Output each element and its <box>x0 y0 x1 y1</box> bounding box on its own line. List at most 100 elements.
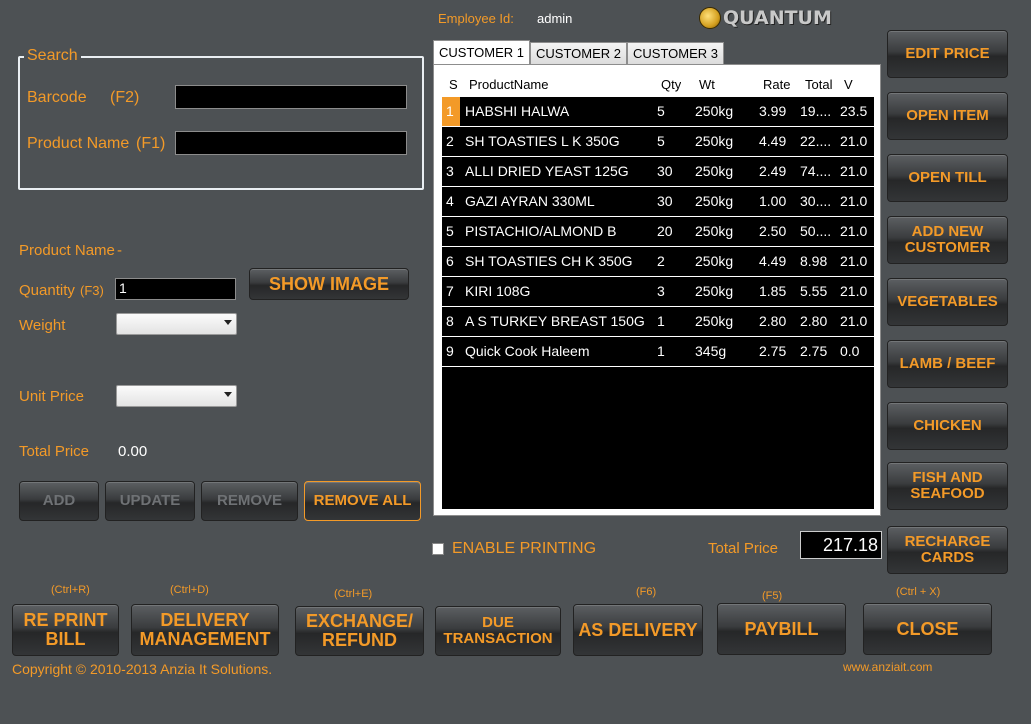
cell-s: 8 <box>446 313 454 329</box>
cell-rate: 3.99 <box>759 103 787 119</box>
close-hotkey: (Ctrl + X) <box>896 586 941 598</box>
table-row[interactable]: 5 PISTACHIO/ALMOND B 20 250kg 2.50 50.... 21.0 <box>442 217 874 247</box>
cell-wt: 250kg <box>695 193 734 209</box>
enable-printing-checkbox[interactable] <box>432 543 444 555</box>
quantity-hotkey: (F3) <box>80 283 104 298</box>
weight-label: Weight <box>19 317 66 334</box>
barcode-label: Barcode <box>27 89 87 106</box>
cell-qty: 30 <box>657 193 673 209</box>
employee-id-label: Employee Id: <box>438 11 514 26</box>
quantum-logo: QUANTUM <box>699 6 832 30</box>
table-row[interactable]: 6 SH TOASTIES CH K 350G 2 250kg 4.49 8.98 21.0 <box>442 247 874 277</box>
cell-total: 50.... <box>800 223 832 239</box>
table-row[interactable]: 7 KIRI 108G 3 250kg 1.85 5.55 21.0 <box>442 277 874 307</box>
open-item-button[interactable]: OPEN ITEM <box>887 92 1008 140</box>
customer-tabs: CUSTOMER 1 CUSTOMER 2 CUSTOMER 3 <box>433 40 724 64</box>
cell-rate: 4.49 <box>759 253 787 269</box>
quantity-label: Quantity <box>19 282 75 299</box>
cell-qty: 20 <box>657 223 673 239</box>
copyright-text: Copyright © 2010-2013 Anzia It Solutions… <box>12 661 273 677</box>
col-header-v[interactable]: V <box>844 73 853 97</box>
search-group-title: Search <box>24 47 81 65</box>
cell-rate: 2.75 <box>759 343 787 359</box>
col-header-rate[interactable]: Rate <box>763 73 790 97</box>
exchange-refund-hotkey: (Ctrl+E) <box>334 588 373 600</box>
cell-s: 3 <box>446 163 454 179</box>
cell-rate: 4.49 <box>759 133 787 149</box>
cell-v: 21.0 <box>840 133 868 149</box>
col-header-qty[interactable]: Qty <box>661 73 681 97</box>
cell-v: 23.5 <box>840 103 868 119</box>
paybill-button[interactable]: PAYBILL <box>717 603 846 655</box>
delivery-management-button[interactable]: DELIVERY MANAGEMENT <box>131 604 279 656</box>
cell-v: 21.0 <box>840 283 868 299</box>
cell-name: SH TOASTIES CH K 350G <box>465 253 633 269</box>
employee-id-value: admin <box>537 11 573 26</box>
search-group <box>18 56 424 190</box>
as-delivery-button[interactable]: AS DELIVERY <box>573 604 703 656</box>
col-header-wt[interactable]: Wt <box>699 73 715 97</box>
update-button[interactable]: UPDATE <box>105 481 195 521</box>
table-row[interactable]: 4 GAZI AYRAN 330ML 30 250kg 1.00 30.... 21.0 <box>442 187 874 217</box>
table-row[interactable]: 8 A S TURKEY BREAST 150G 1 250kg 2.80 2.80 21.… <box>442 307 874 337</box>
show-image-button[interactable]: SHOW IMAGE <box>249 268 409 300</box>
recharge-cards-button[interactable]: RECHARGE CARDS <box>887 526 1008 574</box>
cell-name: PISTACHIO/ALMOND B <box>465 223 617 239</box>
table-row[interactable]: 3 ALLI DRIED YEAST 125G 30 250kg 2.49 74.... 2… <box>442 157 874 187</box>
weight-select[interactable] <box>116 313 237 335</box>
col-header-s[interactable]: S <box>449 73 458 97</box>
tab-customer-3[interactable]: CUSTOMER 3 <box>627 42 724 64</box>
remove-button[interactable]: REMOVE <box>201 481 298 521</box>
add-new-customer-button[interactable]: ADD NEW CUSTOMER <box>887 216 1008 264</box>
cell-s: 6 <box>446 253 454 269</box>
cell-s: 1 <box>446 103 454 119</box>
quantity-input[interactable]: 1 <box>115 278 236 300</box>
reprint-bill-button[interactable]: RE PRINT BILL <box>12 604 119 656</box>
product-name-label: Product Name <box>19 242 115 259</box>
total-price-value: 0.00 <box>118 443 148 460</box>
barcode-input[interactable] <box>175 85 407 109</box>
cell-rate: 2.50 <box>759 223 787 239</box>
lamb-beef-button[interactable]: LAMB / BEEF <box>887 340 1008 388</box>
cell-wt: 250kg <box>695 223 734 239</box>
cell-v: 21.0 <box>840 253 868 269</box>
exchange-refund-button[interactable]: EXCHANGE/ REFUND <box>295 606 424 656</box>
website-link[interactable]: www.anziait.com <box>843 660 932 674</box>
edit-price-button[interactable]: EDIT PRICE <box>887 30 1008 78</box>
chevron-down-icon <box>224 320 232 325</box>
add-button[interactable]: ADD <box>19 481 99 521</box>
cell-rate: 1.85 <box>759 283 787 299</box>
cell-wt: 250kg <box>695 283 734 299</box>
unit-price-select[interactable] <box>116 385 237 407</box>
cell-v: 21.0 <box>840 193 868 209</box>
cart-grid[interactable]: S ProductName Qty Wt Rate Total V 1 HABSH… <box>442 73 874 509</box>
table-row[interactable]: 1 HABSHI HALWA 5 250kg 3.99 19.... 23.5 <box>442 97 874 127</box>
chicken-button[interactable]: CHICKEN <box>887 402 1008 450</box>
table-row[interactable]: 9 Quick Cook Haleem 1 345g 2.75 2.75 0.0 <box>442 337 874 367</box>
cell-wt: 250kg <box>695 133 734 149</box>
vegetables-button[interactable]: VEGETABLES <box>887 278 1008 326</box>
cell-s: 2 <box>446 133 454 149</box>
cell-wt: 250kg <box>695 103 734 119</box>
grid-header: S ProductName Qty Wt Rate Total V <box>442 73 874 97</box>
product-name-search-input[interactable] <box>175 131 407 155</box>
cell-v: 21.0 <box>840 223 868 239</box>
fish-seafood-button[interactable]: FISH AND SEAFOOD <box>887 462 1008 510</box>
paybill-hotkey: (F5) <box>762 590 783 602</box>
tab-customer-2[interactable]: CUSTOMER 2 <box>530 42 627 64</box>
cell-total: 19.... <box>800 103 832 119</box>
col-header-total[interactable]: Total <box>805 73 832 97</box>
cell-s: 7 <box>446 283 454 299</box>
open-till-button[interactable]: OPEN TILL <box>887 154 1008 202</box>
globe-logo-icon <box>699 7 721 29</box>
cell-qty: 2 <box>657 253 665 269</box>
col-header-productname[interactable]: ProductName <box>469 73 548 97</box>
close-button[interactable]: CLOSE <box>863 603 992 655</box>
due-transaction-button[interactable]: DUE TRANSACTION <box>435 606 561 656</box>
tab-customer-1[interactable]: CUSTOMER 1 <box>433 40 530 64</box>
cell-qty: 5 <box>657 103 665 119</box>
table-row[interactable]: 2 SH TOASTIES L K 350G 5 250kg 4.49 22.... 21.… <box>442 127 874 157</box>
cell-v: 21.0 <box>840 313 868 329</box>
cell-wt: 345g <box>695 343 727 359</box>
remove-all-button[interactable]: REMOVE ALL <box>304 481 421 521</box>
